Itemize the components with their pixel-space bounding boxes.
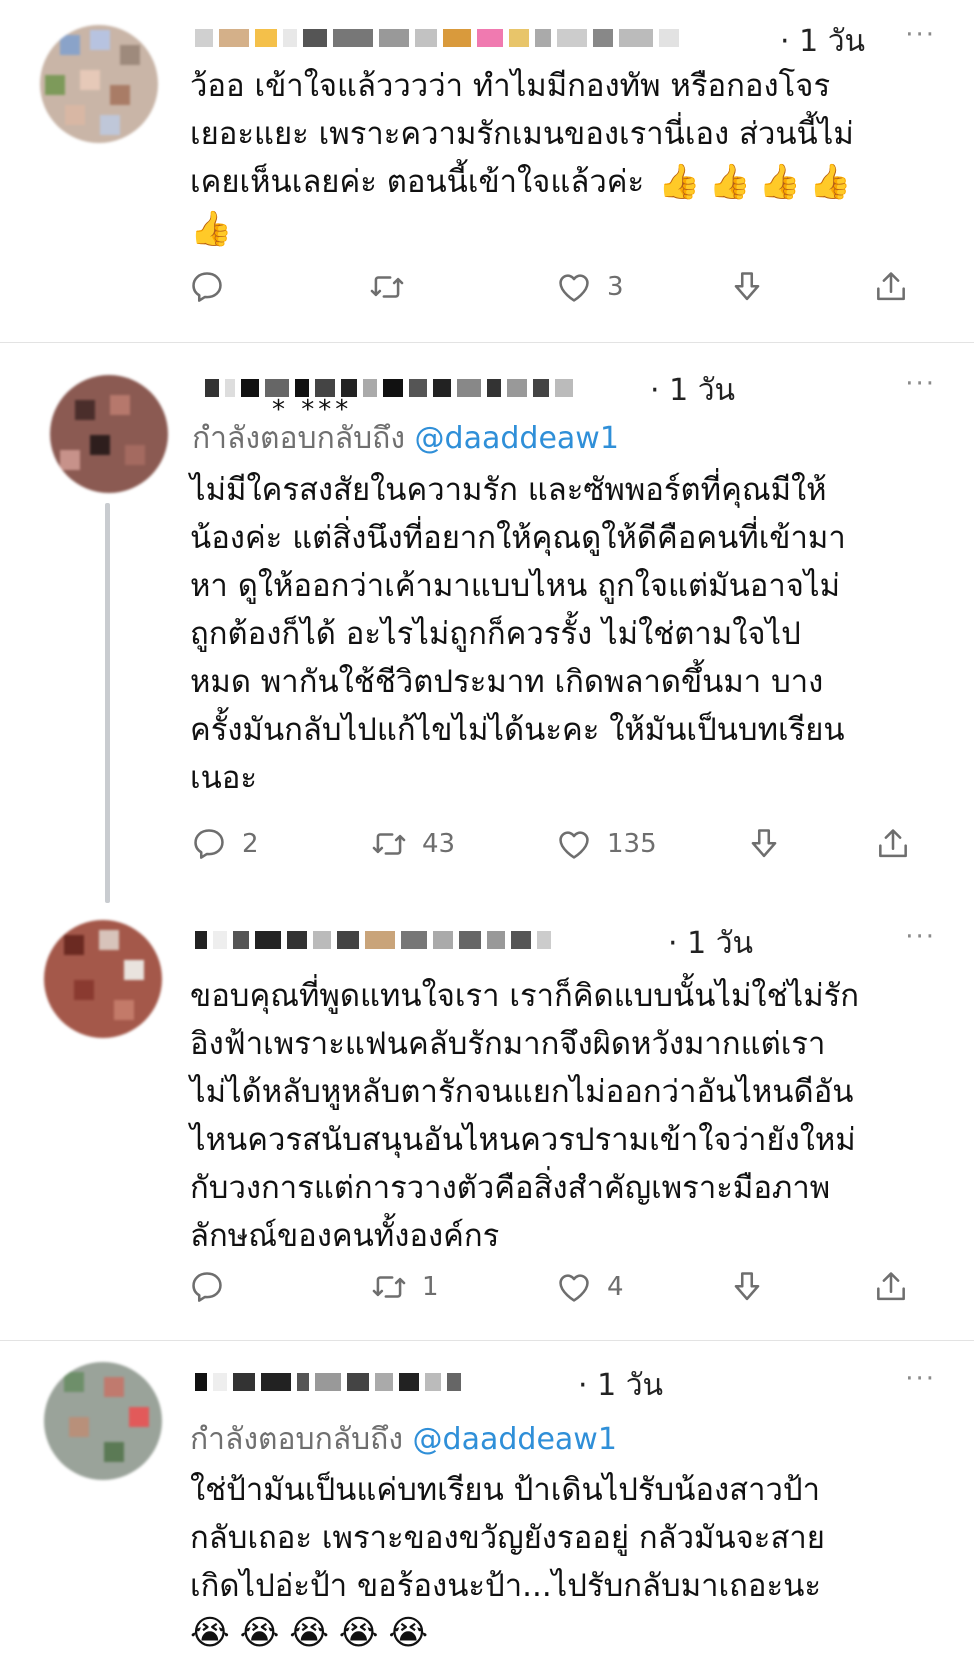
author-name[interactable] (205, 368, 573, 408)
retweet-icon (370, 1268, 408, 1306)
thumbs-up-icon: 👍 (758, 162, 802, 202)
tweet-4[interactable]: · 1 วัน ··· กำลังตอบกลับถึง @daaddeaw1 ใ… (0, 1342, 974, 1680)
reply-icon (188, 1268, 226, 1306)
text-line: เนอะ (190, 760, 258, 796)
crying-face-icon: 😭 (239, 1613, 280, 1653)
more-options-icon[interactable]: ··· (905, 922, 936, 952)
more-options-icon[interactable]: ··· (905, 20, 936, 50)
download-button[interactable] (728, 268, 766, 306)
tweet-time[interactable]: · 1 วัน (578, 1362, 663, 1409)
download-button[interactable] (745, 825, 783, 863)
retweet-button[interactable]: 43 (370, 825, 455, 863)
like-button[interactable]: 4 (555, 1268, 624, 1306)
author-name[interactable] (195, 1362, 461, 1402)
like-button[interactable]: 135 (555, 825, 657, 863)
text-line: ไม่มีใครสงสัยในความรัก และซัพพอร์ตที่คุณ… (190, 472, 827, 508)
share-button[interactable] (872, 1268, 910, 1306)
share-icon (872, 1268, 910, 1306)
tweet-3[interactable]: · 1 วัน ··· ขอบคุณที่พูดแทนใจเรา เราก็คิ… (0, 900, 974, 1330)
avatar[interactable] (40, 25, 158, 143)
retweet-count: 43 (422, 829, 456, 859)
like-count: 4 (607, 1272, 624, 1302)
reply-button[interactable]: 2 (190, 825, 259, 863)
like-count: 3 (607, 272, 624, 302)
text-line: ครั้งมันกลับไปแก้ไขไม่ได้นะคะ ให้มันเป็น… (190, 712, 845, 748)
thumbs-up-icon: 👍 (190, 209, 233, 249)
more-options-icon[interactable]: ··· (905, 369, 936, 399)
text-line: เคยเห็นเลยค่ะ ตอนนี้เข้าใจแล้วค่ะ 👍 👍 👍 … (190, 158, 854, 206)
text-line: เยอะแยะ เพราะความรักเมนของเรานี่เอง ส่วน… (190, 116, 854, 152)
retweet-icon (368, 268, 406, 306)
replying-to: กำลังตอบกลับถึง @daaddeaw1 (192, 415, 619, 462)
retweet-count: 1 (422, 1272, 439, 1302)
tweet-time[interactable]: · 1 วัน (780, 18, 865, 65)
author-name[interactable] (195, 920, 551, 960)
divider (0, 1340, 974, 1341)
text-line-content: เคยเห็นเลยค่ะ ตอนนี้เข้าใจแล้วค่ะ (190, 164, 645, 200)
download-icon (728, 268, 766, 306)
text-line: หมด พากันใช้ชีวิตประมาท เกิดพลาดขึ้นมา บ… (190, 664, 824, 700)
download-icon (728, 1268, 766, 1306)
share-icon (874, 825, 912, 863)
avatar[interactable] (50, 375, 168, 493)
text-line: เกิดไปอ่ะป้า ขอร้องนะป้า...ไปรับกลับมาเถ… (190, 1568, 822, 1604)
retweet-button[interactable]: 1 (370, 1268, 439, 1306)
text-line: หา ดูให้ออกว่าเค้ามาแบบไหน ถูกใจแต่มันอา… (190, 568, 841, 604)
crying-face-icon: 😭 (388, 1613, 429, 1653)
reply-handle-link[interactable]: @daaddeaw1 (413, 1422, 617, 1457)
replying-to: กำลังตอบกลับถึง @daaddeaw1 (190, 1416, 617, 1463)
avatar[interactable] (44, 1362, 162, 1480)
reply-icon (188, 268, 226, 306)
reply-button[interactable] (188, 1268, 240, 1306)
download-button[interactable] (728, 1268, 766, 1306)
thumbs-up-icon: 👍 (708, 162, 751, 202)
avatar[interactable] (44, 920, 162, 1038)
crying-face-icon: 😭 (338, 1613, 379, 1653)
replying-label: กำลังตอบกลับถึง (192, 421, 405, 456)
text-line: ว้ออ เข้าใจแล้วววว่า ทำไมมีกองทัพ หรือกอ… (190, 68, 831, 104)
tweet-text: ไม่มีใครสงสัยในความรัก และซัพพอร์ตที่คุณ… (190, 466, 846, 802)
text-line: ขอบคุณที่พูดแทนใจเรา เราก็คิดแบบนั้นไม่ใ… (190, 978, 860, 1014)
tweet-1[interactable]: · 1 วัน ··· ว้ออ เข้าใจแล้วววว่า ทำไมมีก… (0, 0, 974, 340)
tweet-2[interactable]: * *** · 1 วัน ··· กำลังตอบกลับถึง @daadd… (0, 343, 974, 903)
tweet-text: ขอบคุณที่พูดแทนใจเรา เราก็คิดแบบนั้นไม่ใ… (190, 972, 859, 1260)
like-icon (555, 825, 593, 863)
reply-icon (190, 825, 228, 863)
share-icon (872, 268, 910, 306)
reply-handle-link[interactable]: @daaddeaw1 (415, 421, 619, 456)
download-icon (745, 825, 783, 863)
reply-button[interactable] (188, 268, 240, 306)
share-button[interactable] (872, 268, 910, 306)
text-line: ถูกต้องก็ได้ อะไรไม่ถูกก็ควรรั้ง ไม่ใช่ต… (190, 616, 801, 652)
text-line: ใช่ป้ามันเป็นแค่บทเรียน ป้าเดินไปรับน้อง… (190, 1472, 821, 1508)
thumbs-up-icon: 👍 (809, 162, 852, 202)
author-name[interactable] (195, 18, 679, 58)
like-button[interactable]: 3 (555, 268, 624, 306)
share-button[interactable] (874, 825, 912, 863)
text-line: ไหนควรสนับสนุนอันไหนควรปรามเข้าใจว่ายังใ… (190, 1122, 856, 1158)
replying-label: กำลังตอบกลับถึง (190, 1422, 403, 1457)
like-icon (555, 1268, 593, 1306)
text-line: กับวงการแต่การวางตัวคือสิ่งสำคัญเพราะมือ… (190, 1170, 831, 1206)
crying-face-icon: 😭 (289, 1613, 329, 1653)
text-line: ไม่ได้หลับหูหลับตารักจนแยกไม่ออกว่าอันไห… (190, 1074, 854, 1110)
retweet-icon (370, 825, 408, 863)
like-count: 135 (607, 829, 657, 859)
tweet-time[interactable]: · 1 วัน (668, 920, 753, 967)
tweet-text: ว้ออ เข้าใจแล้วววว่า ทำไมมีกองทัพ หรือกอ… (190, 62, 854, 254)
more-options-icon[interactable]: ··· (905, 1364, 936, 1394)
text-line: อิงฟ้าเพราะแฟนคลับรักมากจึงผิดหวังมากแต่… (190, 1026, 826, 1062)
crying-face-icon: 😭 (190, 1613, 230, 1653)
tweet-text: ใช่ป้ามันเป็นแค่บทเรียน ป้าเดินไปรับน้อง… (190, 1466, 825, 1658)
reply-count: 2 (242, 829, 259, 859)
text-line: ลักษณ์ของคนทั้งองค์กร (190, 1218, 500, 1254)
like-icon (555, 268, 593, 306)
text-line: น้องค่ะ แต่สิ่งนึงที่อยากให้คุณดูให้ดีคื… (190, 520, 846, 556)
thumbs-up-icon: 👍 (658, 162, 701, 202)
retweet-button[interactable] (368, 268, 420, 306)
tweet-time[interactable]: · 1 วัน (650, 367, 735, 414)
text-line: กลับเถอะ เพราะของขวัญยังรออยู่ กลัวมันจะ… (190, 1520, 825, 1556)
